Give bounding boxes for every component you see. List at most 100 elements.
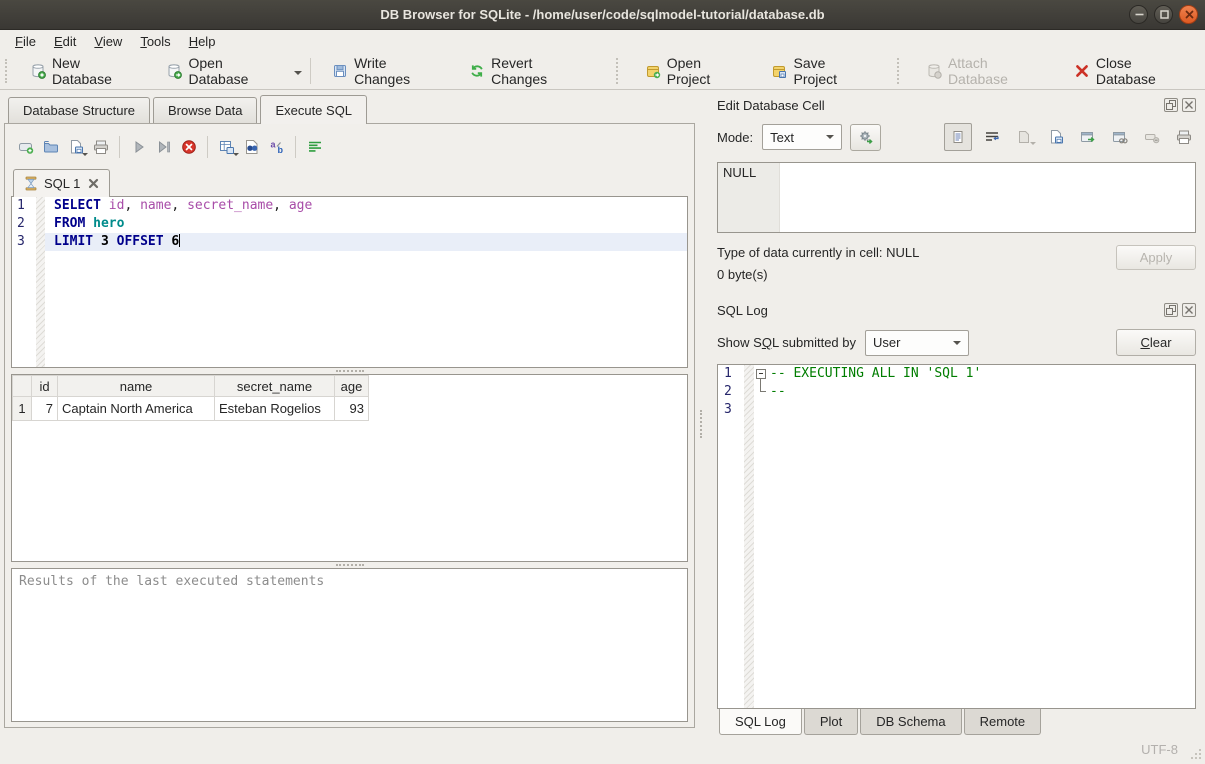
menu-view[interactable]: View	[85, 32, 131, 51]
minimize-button[interactable]	[1129, 5, 1148, 24]
code-line[interactable]: 3LIMIT 3 OFFSET 6	[12, 233, 687, 251]
column-header-secret-name[interactable]: secret_name	[215, 376, 335, 397]
find-button[interactable]	[239, 135, 264, 160]
text-mode-button[interactable]	[944, 123, 972, 151]
sql-log-float-button[interactable]	[1164, 303, 1178, 317]
open-sql-file-button[interactable]	[38, 135, 63, 160]
menu-file[interactable]: File	[6, 32, 45, 51]
sql-log-dock-titlebar[interactable]: SQL Log	[717, 300, 1196, 320]
column-header-name[interactable]: name	[58, 376, 215, 397]
fold-marker[interactable]	[754, 365, 770, 383]
code-line[interactable]: 2FROM hero	[12, 215, 687, 233]
tab-plot[interactable]: Plot	[804, 709, 858, 735]
splitter-editor-results[interactable]	[11, 368, 688, 374]
sql-log-view[interactable]: 1-- EXECUTING ALL IN 'SQL 1'2--3	[717, 364, 1196, 709]
results-header-row: id name secret_name age	[13, 376, 369, 397]
save-cell-button[interactable]	[1044, 125, 1068, 149]
print-cell-button[interactable]	[1172, 125, 1196, 149]
set-null-button[interactable]	[1140, 125, 1164, 149]
execute-all-button[interactable]	[126, 135, 151, 160]
format-sql-button[interactable]	[302, 135, 327, 160]
edit-cell-close-button[interactable]	[1182, 98, 1196, 112]
log-line[interactable]: 3	[718, 401, 1195, 419]
save-sql-file-button[interactable]	[63, 135, 88, 160]
execute-current-line-button[interactable]	[151, 135, 176, 160]
log-line[interactable]: 1-- EXECUTING ALL IN 'SQL 1'	[718, 365, 1195, 383]
word-wrap-button[interactable]	[980, 125, 1004, 149]
open-database-dropdown-icon[interactable]	[294, 71, 302, 79]
link-icon	[1112, 129, 1128, 145]
minimize-icon	[1130, 5, 1147, 24]
sql-tab[interactable]: SQL 1	[13, 169, 110, 197]
encoding-indicator[interactable]: UTF-8	[1141, 742, 1178, 757]
tab-remote[interactable]: Remote	[964, 709, 1042, 735]
close-database-button[interactable]: Close Database	[1065, 50, 1201, 92]
svg-text:a: a	[270, 140, 276, 150]
tab-execute-sql[interactable]: Execute SQL	[260, 95, 367, 124]
resize-grip[interactable]	[1191, 749, 1201, 759]
open-database-button[interactable]: Open Database	[157, 50, 292, 92]
sql-editor[interactable]: 1SELECT id, name, secret_name, age2FROM …	[11, 196, 688, 368]
execution-message-pane[interactable]: Results of the last executed statements	[11, 568, 688, 722]
splitter-main-docks[interactable]	[697, 90, 705, 735]
cell-size-info: 0 byte(s)	[717, 264, 1116, 286]
sql-tab-close-button[interactable]	[88, 178, 99, 189]
tab-browse-data[interactable]: Browse Data	[153, 97, 257, 123]
auto-apply-button[interactable]	[850, 124, 881, 151]
submitter-select[interactable]: User	[865, 330, 969, 356]
export-cell-button[interactable]	[1076, 125, 1100, 149]
menu-tools[interactable]: Tools	[131, 32, 179, 51]
mode-select[interactable]: Text	[762, 124, 842, 150]
table-row: 1 7 Captain North America Esteban Rogeli…	[13, 397, 369, 421]
cell-age[interactable]: 93	[335, 397, 369, 421]
tab-sql-log[interactable]: SQL Log	[719, 709, 802, 735]
import-file-button[interactable]	[1012, 125, 1036, 149]
cell-secret-name[interactable]: Esteban Rogelios	[215, 397, 335, 421]
mode-value: Text	[770, 130, 794, 145]
print-cell-icon	[1176, 129, 1192, 145]
edit-cell-dock-title: Edit Database Cell	[717, 98, 1160, 113]
edit-cell-float-button[interactable]	[1164, 98, 1178, 112]
line-number: 3	[12, 233, 36, 251]
close-dock-icon	[1183, 304, 1195, 316]
column-header-id[interactable]: id	[32, 376, 58, 397]
attach-database-button: Attach Database	[917, 50, 1057, 92]
code-line[interactable]: 1SELECT id, name, secret_name, age	[12, 197, 687, 215]
splitter-results-message[interactable]	[11, 562, 688, 568]
menu-edit[interactable]: Edit	[45, 32, 85, 51]
tab-database-structure[interactable]: Database Structure	[8, 97, 150, 123]
apply-button[interactable]: Apply	[1116, 245, 1196, 270]
revert-changes-button[interactable]: Revert Changes	[460, 50, 598, 92]
column-header-age[interactable]: age	[335, 376, 369, 397]
open-external-button[interactable]	[1108, 125, 1132, 149]
chevron-down-icon	[953, 341, 961, 349]
cell-name[interactable]: Captain North America	[58, 397, 215, 421]
save-project-button[interactable]: Save Project	[762, 50, 878, 92]
close-button[interactable]	[1179, 5, 1198, 24]
find-replace-button[interactable]: a b	[264, 135, 289, 160]
corner-header[interactable]	[13, 376, 32, 397]
tab-db-schema[interactable]: DB Schema	[860, 709, 961, 735]
new-database-button[interactable]: New Database	[21, 50, 150, 92]
edit-cell-dock-titlebar[interactable]: Edit Database Cell	[717, 95, 1196, 115]
sql-tab-bar: SQL 1	[11, 165, 688, 196]
stop-button[interactable]	[176, 135, 201, 160]
print-button[interactable]	[88, 135, 113, 160]
clear-log-button[interactable]: Clear	[1116, 329, 1196, 356]
toolbar-drag-handle[interactable]	[5, 59, 9, 83]
cell-value-editor[interactable]: NULL	[717, 162, 1196, 233]
row-header[interactable]: 1	[13, 397, 32, 421]
write-changes-button[interactable]: Write Changes	[323, 50, 452, 92]
cell-id[interactable]: 7	[32, 397, 58, 421]
log-line[interactable]: 2--	[718, 383, 1195, 401]
menu-help[interactable]: Help	[180, 32, 225, 51]
save-results-button[interactable]	[214, 135, 239, 160]
open-sql-tab-button[interactable]	[13, 135, 38, 160]
maximize-button[interactable]	[1154, 5, 1173, 24]
line-number: 2	[12, 215, 36, 233]
sql-log-close-button[interactable]	[1182, 303, 1196, 317]
maximize-icon	[1155, 5, 1172, 24]
open-project-button[interactable]: Open Project	[636, 50, 755, 92]
cell-mode-row: Mode: Text	[717, 123, 1196, 151]
window-titlebar[interactable]: DB Browser for SQLite - /home/user/code/…	[0, 0, 1205, 30]
